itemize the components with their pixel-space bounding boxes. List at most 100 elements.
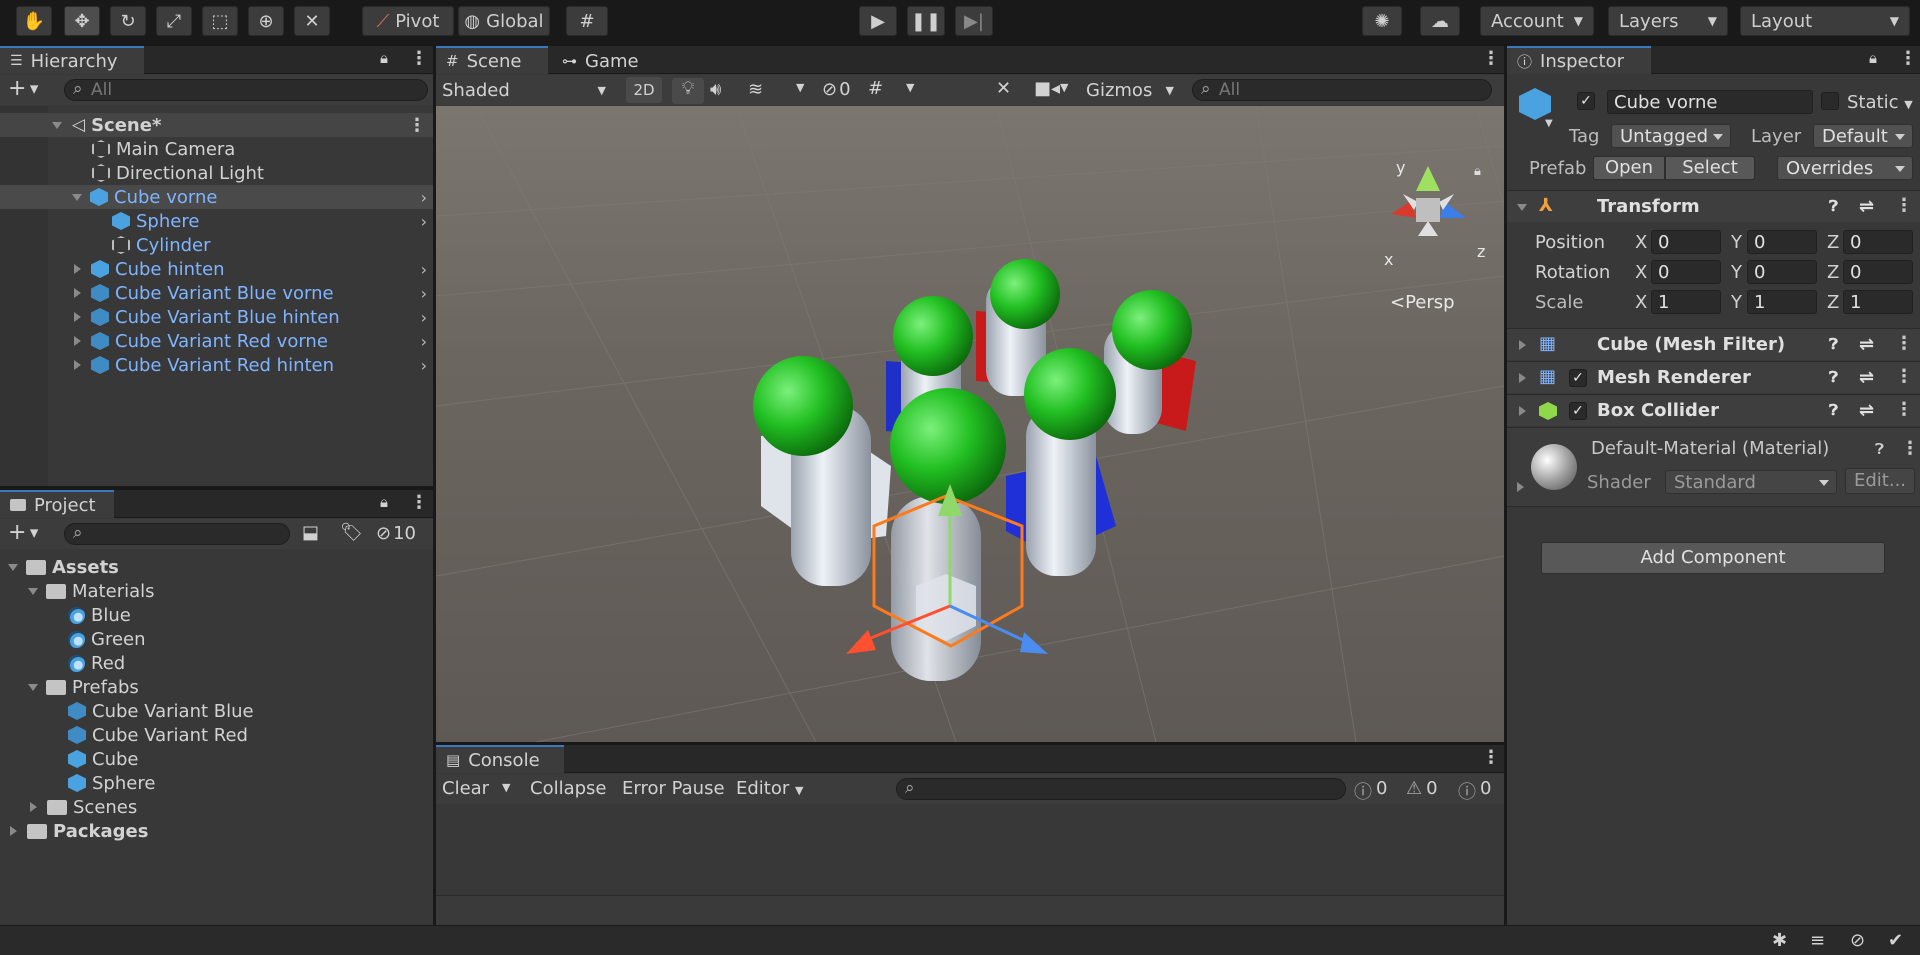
- more-options-icon[interactable]: ⋮: [408, 115, 426, 136]
- position-y-field[interactable]: 0: [1747, 230, 1817, 254]
- camera-icon[interactable]: ■◂: [1034, 78, 1060, 99]
- overrides-dropdown[interactable]: Overrides: [1777, 156, 1913, 180]
- project-folder-scenes[interactable]: Scenes: [0, 795, 433, 819]
- box-collider-enabled-checkbox[interactable]: ✓: [1569, 402, 1587, 420]
- log-filter-toggle[interactable]: ⓘ 0: [1354, 778, 1387, 804]
- layout-dropdown[interactable]: Layout ▼: [1740, 6, 1910, 36]
- shader-dropdown[interactable]: Standard: [1665, 470, 1837, 494]
- rotation-x-field[interactable]: 0: [1651, 260, 1721, 284]
- object-name-field[interactable]: Cube vorne: [1607, 90, 1813, 114]
- step-button[interactable]: ▶|: [955, 6, 993, 36]
- more-options-icon[interactable]: ⋮: [1895, 195, 1913, 216]
- clear-dropdown-icon[interactable]: ▼: [502, 781, 510, 794]
- more-options-icon[interactable]: ⋮: [410, 492, 428, 513]
- hidden-packages-toggle[interactable]: ⊘ 10: [376, 523, 416, 544]
- chevron-right-icon[interactable]: ›: [421, 188, 427, 207]
- presets-icon[interactable]: ⇌: [1859, 196, 1874, 217]
- help-icon[interactable]: ❓︎: [1875, 440, 1884, 458]
- tab-game[interactable]: ⊶ Game: [552, 46, 652, 74]
- expand-arrow-icon[interactable]: [74, 312, 81, 322]
- scene-row[interactable]: ◁ Scene* ⋮: [0, 113, 433, 137]
- project-folder-packages[interactable]: Packages: [0, 819, 433, 843]
- hierarchy-item-directional-light[interactable]: Directional Light: [0, 161, 433, 185]
- error-pause-button[interactable]: Error Pause: [622, 778, 725, 799]
- tab-project[interactable]: Project: [0, 490, 114, 518]
- expand-arrow-icon[interactable]: [30, 802, 37, 812]
- lock-icon[interactable]: 🔒︎: [1869, 49, 1877, 67]
- 2d-toggle[interactable]: 2D: [626, 77, 662, 103]
- more-options-icon[interactable]: ⋮: [1901, 438, 1919, 459]
- project-asset-green[interactable]: Green: [0, 627, 433, 651]
- filter-type-icon[interactable]: ⬓: [302, 522, 319, 543]
- position-x-field[interactable]: 0: [1651, 230, 1721, 254]
- scale-y-field[interactable]: 1: [1747, 290, 1817, 314]
- project-asset-red[interactable]: Red: [0, 651, 433, 675]
- expand-arrow-icon[interactable]: [8, 563, 18, 571]
- project-asset-cube-variant-red[interactable]: Cube Variant Red: [0, 723, 433, 747]
- scene-search-input[interactable]: All: [1192, 79, 1492, 101]
- warning-filter-toggle[interactable]: ⚠ 0: [1406, 778, 1438, 799]
- effects-toggle-icon[interactable]: ≋: [748, 79, 763, 100]
- scale-z-field[interactable]: 1: [1843, 290, 1913, 314]
- project-asset-cube[interactable]: Cube: [0, 747, 433, 771]
- help-icon[interactable]: ❓︎: [1829, 197, 1838, 215]
- chevron-right-icon[interactable]: ›: [421, 332, 427, 351]
- add-component-button[interactable]: Add Component: [1541, 542, 1885, 574]
- account-dropdown[interactable]: Account ▼: [1480, 6, 1594, 36]
- hierarchy-item-cube-variant-blue-vorne[interactable]: Cube Variant Blue vorne ›: [0, 281, 433, 305]
- clear-button[interactable]: Clear: [442, 778, 489, 799]
- pivot-toggle[interactable]: ⟋ Pivot: [362, 6, 454, 36]
- hierarchy-item-cube-variant-red-vorne[interactable]: Cube Variant Red vorne ›: [0, 329, 433, 353]
- grid-toggle-icon[interactable]: #: [868, 78, 883, 99]
- more-options-icon[interactable]: ⋮: [1895, 333, 1913, 354]
- expand-arrow-icon[interactable]: [74, 360, 81, 370]
- hand-tool-button[interactable]: ✋: [16, 6, 52, 36]
- transform-component-header[interactable]: ⅄ Transform ❓︎ ⇌ ⋮: [1507, 190, 1920, 222]
- help-icon[interactable]: ❓︎: [1829, 368, 1838, 386]
- help-icon[interactable]: ❓︎: [1829, 401, 1838, 419]
- chevron-right-icon[interactable]: ›: [421, 284, 427, 303]
- lock-icon[interactable]: 🔒︎: [380, 493, 388, 511]
- lock-icon[interactable]: 🔒︎: [1474, 164, 1481, 179]
- expand-arrow-icon[interactable]: [1517, 204, 1527, 211]
- collab-button[interactable]: ✺: [1362, 6, 1402, 36]
- chevron-right-icon[interactable]: ›: [421, 260, 427, 279]
- auto-generate-icon[interactable]: ⊘: [1850, 930, 1865, 951]
- console-detail-area[interactable]: [436, 895, 1504, 925]
- expand-arrow-icon[interactable]: [1519, 406, 1526, 416]
- shader-edit-button[interactable]: Edit...: [1845, 468, 1915, 494]
- scale-x-field[interactable]: 1: [1651, 290, 1721, 314]
- project-folder-prefabs[interactable]: Prefabs: [0, 675, 433, 699]
- rotation-y-field[interactable]: 0: [1747, 260, 1817, 284]
- cloud-button[interactable]: ☁: [1420, 6, 1460, 36]
- active-checkbox[interactable]: ✓: [1577, 92, 1595, 110]
- tab-hierarchy[interactable]: ☰ Hierarchy: [0, 46, 144, 74]
- tab-inspector[interactable]: ⓘ Inspector: [1507, 46, 1651, 74]
- help-icon[interactable]: ❓︎: [1829, 335, 1838, 353]
- position-z-field[interactable]: 0: [1843, 230, 1913, 254]
- presets-icon[interactable]: ⇌: [1859, 367, 1874, 388]
- hierarchy-item-main-camera[interactable]: Main Camera: [0, 137, 433, 161]
- rotate-tool-button[interactable]: ↻: [110, 6, 146, 36]
- chevron-down-icon[interactable]: ▼: [1545, 118, 1553, 129]
- expand-arrow-icon[interactable]: [28, 683, 38, 691]
- play-button[interactable]: ▶: [859, 6, 897, 36]
- gizmos-dropdown[interactable]: Gizmos ▼: [1080, 77, 1180, 103]
- create-button[interactable]: + ▼: [8, 76, 38, 101]
- tag-dropdown[interactable]: Untagged: [1611, 124, 1731, 148]
- hierarchy-item-cube-hinten[interactable]: Cube hinten ›: [0, 257, 433, 281]
- pause-button[interactable]: ❚❚: [907, 6, 945, 36]
- tools-icon[interactable]: ✕: [996, 78, 1011, 99]
- cache-server-icon[interactable]: ≡: [1810, 930, 1825, 951]
- global-toggle[interactable]: ◍ Global: [458, 6, 550, 36]
- layer-dropdown[interactable]: Default: [1813, 124, 1913, 148]
- audio-toggle-icon[interactable]: 🔊︎: [710, 79, 721, 100]
- mesh-filter-component-header[interactable]: ▦ Cube (Mesh Filter) ❓︎ ⇌ ⋮: [1507, 328, 1920, 360]
- move-tool-button[interactable]: ✥: [64, 6, 100, 36]
- filter-label-icon[interactable]: 🏷︎: [340, 522, 363, 543]
- project-folder-assets[interactable]: Assets: [0, 555, 433, 579]
- more-options-icon[interactable]: ⋮: [1895, 399, 1913, 420]
- more-options-icon[interactable]: ⋮: [1899, 48, 1917, 69]
- project-asset-sphere[interactable]: Sphere: [0, 771, 433, 795]
- collapse-button[interactable]: Collapse: [530, 778, 607, 799]
